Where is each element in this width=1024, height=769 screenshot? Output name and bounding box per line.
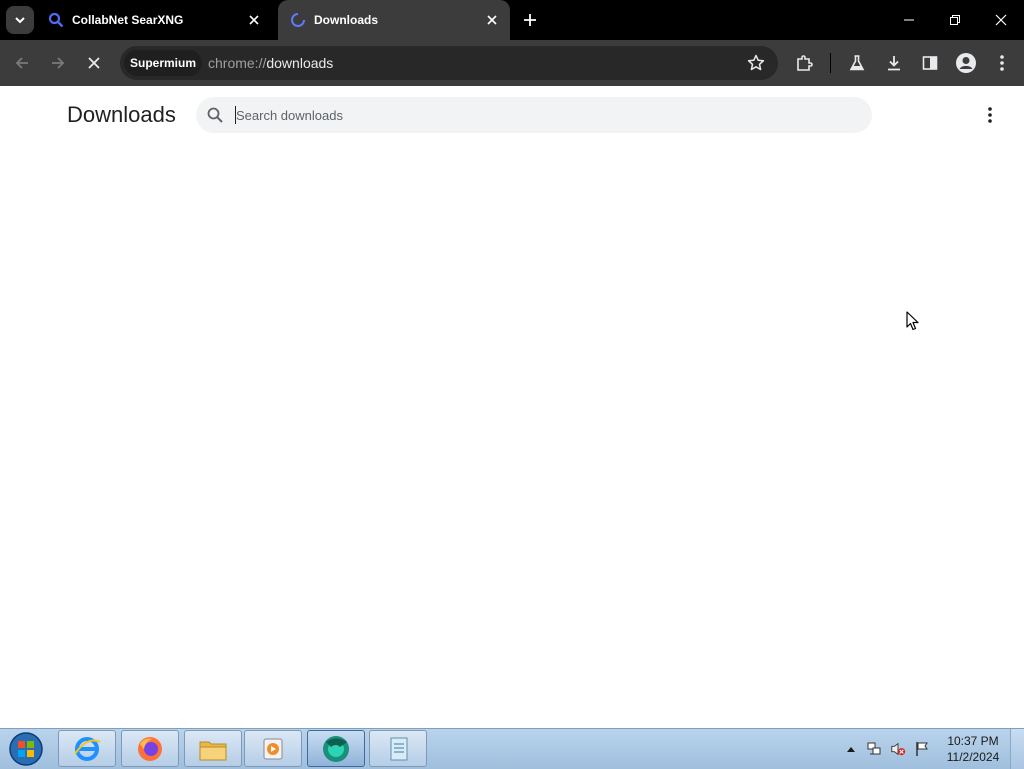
browser-menu-button[interactable] (988, 49, 1016, 77)
page-title: Downloads (67, 102, 176, 127)
tab-search-button[interactable] (6, 6, 34, 34)
windows-orb-icon (9, 732, 43, 766)
downloads-button[interactable] (880, 49, 908, 77)
profile-button[interactable] (952, 49, 980, 77)
close-tab-icon[interactable] (246, 12, 262, 28)
puzzle-icon (797, 55, 813, 71)
tab-downloads[interactable]: Downloads (278, 0, 510, 40)
bookmark-star-icon[interactable] (746, 53, 766, 73)
minimize-icon (904, 19, 914, 21)
clock-time: 10:37 PM (947, 734, 999, 748)
chevron-up-icon (847, 747, 855, 752)
url-host: downloads (266, 55, 334, 71)
close-icon (88, 57, 100, 69)
more-vert-icon (988, 107, 992, 123)
clock-date: 11/2/2024 (946, 750, 1000, 764)
taskbar-app-media-player[interactable] (244, 730, 302, 767)
search-downloads-box[interactable] (196, 97, 872, 133)
tab-title: Downloads (314, 13, 379, 27)
side-panel-icon (922, 56, 938, 70)
taskbar-app-notepad[interactable] (369, 730, 427, 767)
back-button[interactable] (8, 49, 36, 77)
notepad-icon (390, 737, 408, 760)
arrow-right-icon (52, 57, 65, 69)
internet-explorer-icon (74, 736, 101, 761)
show-hidden-icons-button[interactable] (843, 741, 859, 757)
toolbar-divider (830, 53, 831, 73)
loading-spinner-icon (290, 12, 306, 28)
new-tab-button[interactable] (520, 10, 540, 30)
restore-icon (950, 15, 960, 25)
taskbar-app-file-explorer[interactable] (184, 730, 242, 767)
plus-icon (524, 14, 536, 26)
close-window-button[interactable] (978, 0, 1024, 40)
arrow-left-icon (15, 57, 28, 69)
mouse-cursor-icon (906, 311, 919, 331)
flask-icon (849, 55, 865, 71)
minimize-button[interactable] (886, 0, 932, 40)
tab-searxng[interactable]: CollabNet SearXNG (36, 0, 272, 40)
system-clock[interactable]: 10:37 PM 11/2/2024 (940, 733, 1006, 765)
text-caret (235, 106, 236, 124)
media-player-icon (263, 738, 283, 759)
download-icon (888, 56, 900, 71)
taskbar-app-internet-explorer[interactable] (58, 730, 116, 767)
chevron-down-icon (15, 17, 25, 24)
search-input[interactable] (236, 101, 856, 129)
search-icon (207, 107, 223, 123)
url-text[interactable]: chrome://downloads (208, 46, 333, 80)
browser-toolbar: Supermium chrome://downloads (0, 40, 1024, 86)
avatar-icon (956, 53, 976, 73)
side-panel-button[interactable] (916, 49, 944, 77)
magnifier-icon (48, 12, 64, 28)
volume-muted-tray-icon[interactable] (890, 741, 906, 757)
stop-loading-button[interactable] (80, 49, 108, 77)
close-icon (995, 14, 1007, 26)
taskbar-app-firefox[interactable] (121, 730, 179, 767)
site-chip[interactable]: Supermium (124, 50, 203, 76)
close-tab-icon[interactable] (484, 12, 500, 28)
supermium-icon (323, 735, 349, 762)
tab-title: CollabNet SearXNG (72, 13, 184, 27)
address-bar[interactable]: Supermium chrome://downloads (120, 46, 778, 80)
more-vert-icon (1000, 55, 1004, 71)
taskbar-app-supermium[interactable] (307, 730, 365, 767)
forward-button[interactable] (44, 49, 72, 77)
file-explorer-icon (199, 741, 227, 760)
restore-button[interactable] (932, 0, 978, 40)
firefox-icon (138, 736, 162, 761)
windows-taskbar: 10:37 PM 11/2/2024 (0, 728, 1024, 769)
action-center-flag-icon[interactable] (914, 741, 930, 757)
url-scheme: chrome:// (208, 55, 267, 71)
tab-strip: CollabNet SearXNG Downloads (0, 0, 1024, 40)
show-desktop-button[interactable] (1010, 729, 1024, 769)
network-tray-icon[interactable] (866, 741, 882, 757)
page-more-menu-button[interactable] (980, 104, 1000, 126)
extensions-button[interactable] (790, 49, 818, 77)
labs-button[interactable] (843, 49, 871, 77)
start-button[interactable] (6, 731, 46, 767)
